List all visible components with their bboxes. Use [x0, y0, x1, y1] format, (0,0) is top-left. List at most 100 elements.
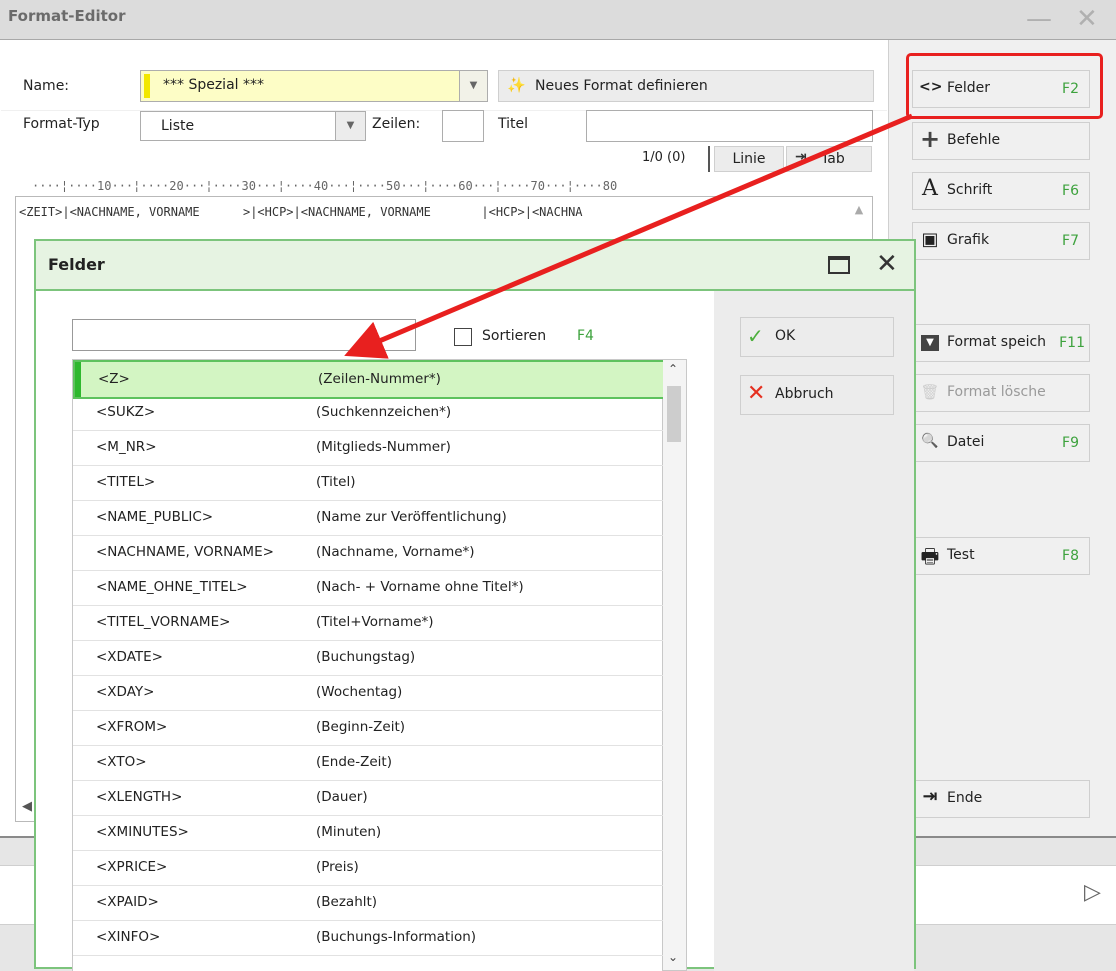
format-typ-select[interactable]: Liste ▼ [140, 111, 366, 141]
felder-row[interactable]: <XLENGTH> (Dauer) [73, 780, 663, 816]
titel-input[interactable] [586, 110, 873, 142]
exit-icon: ⇥ [922, 786, 938, 807]
abbruch-button[interactable]: ✕ Abbruch [740, 375, 894, 415]
field-code: <XDAY> [96, 684, 155, 700]
field-description: (Bezahlt) [316, 894, 378, 910]
tab-icon: ⇥ [795, 149, 807, 165]
field-code: <XTO> [96, 754, 147, 770]
felder-row[interactable]: <Z> (Zeilen-Nummer*) [73, 360, 667, 399]
format-loeschen-label: Format lösche [947, 384, 1046, 400]
zeilen-input[interactable] [442, 110, 484, 142]
chevron-down-icon[interactable]: ▼ [335, 112, 365, 140]
field-description: (Dauer) [316, 789, 368, 805]
datei-button[interactable]: 🔍 Datei F9 [912, 424, 1090, 462]
field-code: <XPRICE> [96, 859, 168, 875]
schrift-fkey: F6 [1062, 183, 1079, 199]
ende-button[interactable]: ⇥ Ende [912, 780, 1090, 818]
test-fkey: F8 [1062, 548, 1079, 564]
field-code: <XDATE> [96, 649, 163, 665]
felder-row[interactable]: <NAME_PUBLIC> (Name zur Veröffentlichung) [73, 500, 663, 536]
test-button[interactable]: 🖶 Test F8 [912, 537, 1090, 575]
felder-row[interactable]: <M_NR> (Mitglieds-Nummer) [73, 430, 663, 466]
format-speichern-button[interactable]: ▼ Format speich F11 [912, 324, 1090, 362]
field-description: (Minuten) [316, 824, 382, 840]
felder-search-input[interactable] [72, 319, 416, 351]
field-description: (Buchungs-Information) [316, 929, 477, 945]
field-code: <XMINUTES> [96, 824, 189, 840]
felder-row[interactable]: <XTO> (Ende-Zeit) [73, 745, 663, 781]
required-marker [144, 74, 150, 98]
field-code: <SUKZ> [96, 404, 156, 420]
grafik-button[interactable]: ▣ Grafik F7 [912, 222, 1090, 260]
linie-button[interactable]: Linie [714, 146, 784, 172]
grafik-button-label: Grafik [947, 232, 990, 248]
titel-label: Titel [498, 116, 529, 132]
felder-titlebar: Felder ✕ [36, 241, 914, 291]
send-icon[interactable]: ▷ [1084, 880, 1101, 905]
schrift-button[interactable]: A Schrift F6 [912, 172, 1090, 210]
neues-format-button[interactable]: ✨ Neues Format definieren [498, 70, 874, 102]
felder-row[interactable]: <XDATE> (Buchungstag) [73, 640, 663, 676]
name-combo[interactable]: *** Spezial *** ▼ [140, 70, 488, 102]
format-loeschen-button[interactable]: 🗑 Format lösche [912, 374, 1090, 412]
sortieren-checkbox[interactable] [454, 328, 472, 346]
field-description: (Buchungstag) [316, 649, 416, 665]
felder-row[interactable]: <XPRICE> (Preis) [73, 850, 663, 886]
field-code: <NAME_PUBLIC> [96, 509, 214, 525]
magic-wand-icon: ✨ [507, 76, 526, 94]
ende-button-label: Ende [947, 790, 983, 806]
befehle-button[interactable]: + Befehle [912, 122, 1090, 160]
chevron-down-icon[interactable]: ▼ [459, 71, 487, 101]
scroll-up-icon[interactable]: ⌃ [668, 362, 678, 376]
felder-row[interactable]: <XINFO> (Buchungs-Information) [73, 920, 663, 956]
field-code: <NACHNAME, VORNAME> [96, 544, 274, 560]
tab-button[interactable]: ⇥ Tab [786, 146, 872, 172]
felder-row[interactable]: <XPAID> (Bezahlt) [73, 885, 663, 921]
folder-search-icon: 🔍 [921, 433, 939, 449]
grafik-fkey: F7 [1062, 233, 1079, 249]
code-line: <ZEIT>|<NACHNAME, VORNAME >|<HCP>|<NACHN… [19, 205, 583, 219]
field-code: <XFROM> [96, 719, 168, 735]
sortieren-fkey: F4 [577, 328, 594, 344]
felder-row[interactable]: <XFROM> (Beginn-Zeit) [73, 710, 663, 746]
save-folder-icon: ▼ [921, 335, 939, 351]
felder-row[interactable]: <NACHNAME, VORNAME> (Nachname, Vorname*) [73, 535, 663, 571]
field-description: (Ende-Zeit) [316, 754, 392, 770]
field-code: <XPAID> [96, 894, 159, 910]
sortieren-label: Sortieren [482, 328, 547, 344]
format-typ-label: Format-Typ [23, 116, 100, 132]
field-description: (Suchkennzeichen*) [316, 404, 452, 420]
felder-row[interactable]: <TITEL> (Titel) [73, 465, 663, 501]
close-button[interactable]: ✕ [1076, 6, 1098, 32]
maximize-icon[interactable] [828, 256, 850, 274]
zeilen-label: Zeilen: [372, 116, 421, 132]
field-description: (Zeilen-Nummer*) [318, 371, 441, 387]
field-description: (Beginn-Zeit) [316, 719, 406, 735]
column-ruler: ····¦····10···¦····20···¦····30···¦····4… [32, 179, 618, 193]
font-icon: A [922, 176, 938, 201]
scroll-down-icon[interactable]: ⌄ [668, 950, 678, 964]
cross-icon: ✕ [747, 381, 766, 406]
felder-title: Felder [48, 255, 105, 274]
field-description: (Nachname, Vorname*) [316, 544, 475, 560]
felder-row[interactable]: <XDAY> (Wochentag) [73, 675, 663, 711]
field-description: (Preis) [316, 859, 359, 875]
felder-row[interactable]: <XMINUTES> (Minuten) [73, 815, 663, 851]
felder-row[interactable]: <SUKZ> (Suchkennzeichen*) [73, 395, 663, 431]
test-button-label: Test [947, 547, 975, 563]
ok-button[interactable]: ✓ OK [740, 317, 894, 357]
close-icon[interactable]: ✕ [876, 249, 898, 279]
name-value: *** Spezial *** [163, 77, 264, 93]
datei-fkey: F9 [1062, 435, 1079, 451]
field-code: <TITEL> [96, 474, 156, 490]
scroll-up-icon[interactable]: ▲ [848, 203, 870, 221]
felder-row[interactable]: <NAME_OHNE_TITEL> (Nach- + Vorname ohne T… [73, 570, 663, 606]
felder-list[interactable]: <Z> (Zeilen-Nummer*) <SUKZ> (Suchkennzeiche… [72, 359, 667, 971]
format-speichern-fkey: F11 [1059, 335, 1085, 351]
felder-scrollbar[interactable]: ⌃ ⌄ [663, 359, 687, 971]
minimize-button[interactable]: — [1026, 6, 1052, 32]
format-typ-value: Liste [161, 118, 195, 134]
scrollbar-thumb[interactable] [667, 386, 681, 442]
abbruch-label: Abbruch [775, 386, 834, 402]
felder-row[interactable]: <TITEL_VORNAME> (Titel+Vorname*) [73, 605, 663, 641]
